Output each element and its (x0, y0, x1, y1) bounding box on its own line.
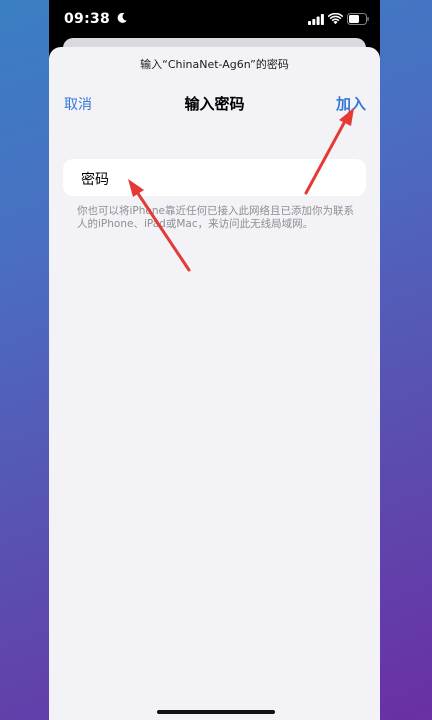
hint-text: 你也可以将iPhone靠近任何已接入此网络且已添加你为联系人的iPhone、iP… (77, 205, 354, 230)
cancel-button[interactable]: 取消 (64, 94, 92, 114)
wifi-icon (328, 13, 343, 25)
join-button[interactable]: 加入 (336, 93, 366, 114)
sheet-title: 输入密码 (184, 95, 245, 113)
network-prompt: 输入“ChinaNet-Ag6n”的密码 (140, 58, 289, 71)
password-input[interactable] (133, 165, 358, 191)
moon-icon (117, 12, 127, 23)
password-sheet: 输入“ChinaNet-Ag6n”的密码 取消 输入密码 加入 密码 你也可以将… (49, 47, 380, 720)
password-field[interactable]: 密码 (63, 159, 366, 196)
battery-icon (347, 13, 369, 25)
signal-icon (308, 14, 324, 25)
password-label: 密码 (81, 172, 109, 188)
status-bar: 09:38 (49, 0, 380, 40)
phone-screen: 09:38 输入“ChinaNet-Ag6n”的密码 取消 输入密码 加入 密码… (49, 0, 380, 720)
home-indicator[interactable] (157, 710, 275, 714)
status-time: 09:38 (64, 11, 111, 27)
